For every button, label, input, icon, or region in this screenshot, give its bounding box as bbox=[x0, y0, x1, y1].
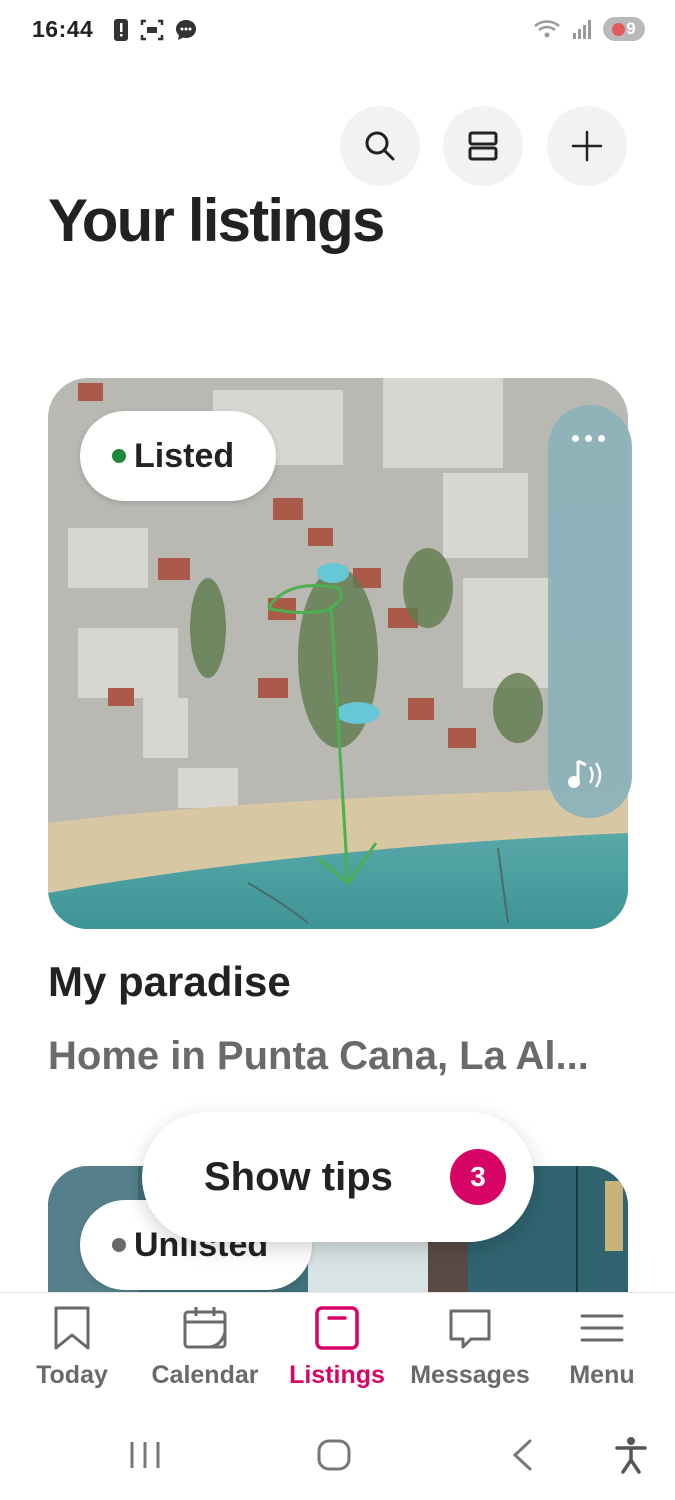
battery-icon: 9 bbox=[603, 17, 645, 41]
nav-label-today: Today bbox=[36, 1361, 108, 1389]
system-nav-bar bbox=[0, 1412, 675, 1500]
listing-location: Home in Punta Cana, La Al... bbox=[48, 1034, 589, 1078]
show-tips-button[interactable]: Show tips 3 bbox=[142, 1112, 534, 1242]
status-dot-icon bbox=[112, 1238, 126, 1252]
search-button[interactable] bbox=[340, 106, 420, 186]
music-note-icon[interactable] bbox=[564, 755, 610, 795]
tips-count-badge: 3 bbox=[450, 1149, 506, 1205]
add-icon bbox=[571, 130, 603, 162]
page-title: Your listings bbox=[48, 187, 385, 254]
menu-icon bbox=[580, 1314, 624, 1342]
nav-listings[interactable]: Listings bbox=[280, 1305, 394, 1405]
status-time: 16:44 bbox=[32, 16, 94, 42]
show-tips-label: Show tips bbox=[204, 1154, 393, 1199]
listings-icon bbox=[315, 1306, 359, 1350]
nav-label-menu: Menu bbox=[569, 1361, 635, 1389]
back-icon[interactable] bbox=[510, 1438, 534, 1472]
nav-label-calendar: Calendar bbox=[151, 1361, 259, 1389]
screenshot-icon bbox=[140, 19, 164, 41]
more-options-icon[interactable] bbox=[572, 435, 605, 442]
nav-today[interactable]: Today bbox=[22, 1305, 122, 1405]
nav-calendar[interactable]: Calendar bbox=[140, 1305, 270, 1405]
listing-side-panel bbox=[548, 405, 632, 818]
nav-messages[interactable]: Messages bbox=[404, 1305, 536, 1405]
signal-icon bbox=[573, 20, 591, 39]
chat-bubble-icon bbox=[176, 20, 196, 40]
layout-toggle-button[interactable] bbox=[443, 106, 523, 186]
status-bar: 16:44 9 bbox=[0, 0, 675, 64]
listing-status-label: Listed bbox=[134, 436, 235, 475]
bottom-nav: Today Calendar Listings Messages Menu bbox=[0, 1292, 675, 1412]
status-dot-icon bbox=[112, 449, 126, 463]
listing-status-badge: Listed bbox=[80, 411, 276, 501]
nav-menu[interactable]: Menu bbox=[552, 1305, 652, 1405]
add-listing-button[interactable] bbox=[547, 106, 627, 186]
message-icon bbox=[449, 1309, 491, 1349]
wifi-icon bbox=[534, 20, 560, 38]
nav-label-listings: Listings bbox=[289, 1361, 385, 1389]
search-icon bbox=[365, 131, 395, 161]
listing-name[interactable]: My paradise bbox=[48, 958, 291, 1006]
accessibility-icon[interactable] bbox=[614, 1436, 648, 1474]
layout-toggle-icon bbox=[468, 131, 498, 161]
alert-icon bbox=[114, 19, 128, 41]
calendar-icon bbox=[183, 1307, 227, 1349]
recent-apps-icon[interactable] bbox=[128, 1440, 162, 1470]
battery-level: 9 bbox=[626, 19, 636, 38]
nav-label-messages: Messages bbox=[410, 1361, 530, 1389]
bookmark-icon bbox=[54, 1306, 90, 1350]
home-icon[interactable] bbox=[316, 1438, 352, 1472]
